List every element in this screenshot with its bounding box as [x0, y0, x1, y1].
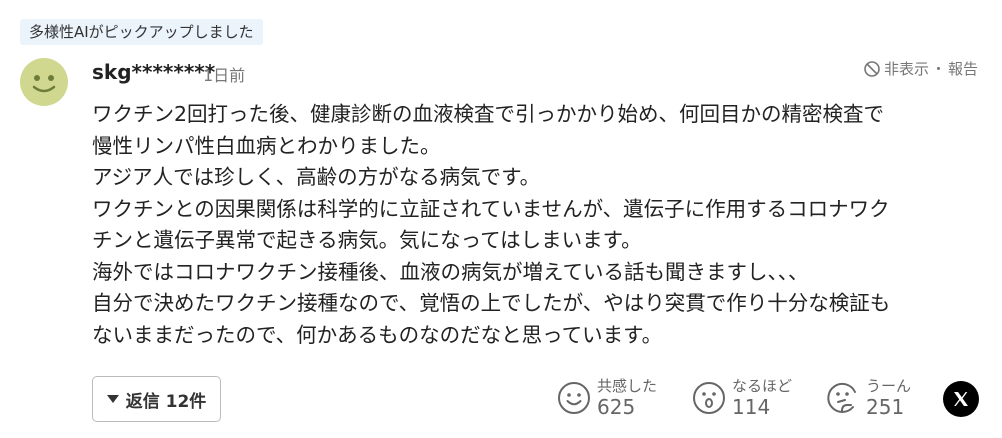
x-share-button[interactable]	[943, 381, 979, 417]
x-logo-icon	[954, 392, 968, 406]
caret-down-icon	[106, 395, 119, 403]
timestamp: 1日前	[203, 66, 246, 85]
comment-line: 慢性リンパ性白血病とわかりました。	[92, 133, 441, 158]
comment-body: ワクチン2回打った後、健康診断の血液検査で引っかかり始め、何回目かの精密検査で …	[92, 99, 982, 351]
reaction-label: なるほど	[732, 377, 793, 395]
reaction-empathy-button[interactable]: 共感した 625	[557, 373, 657, 423]
report-menu: 非表示 ・ 報告	[863, 58, 978, 79]
reaction-count: 251	[866, 395, 905, 419]
comment-line: 海外ではコロナワクチン接種後、血液の病気が増えている話も聞きますし、、、	[92, 259, 809, 284]
reply-toggle-button[interactable]: 返信 12件	[92, 376, 221, 422]
reply-button-label: 返信 12件	[125, 391, 207, 412]
comment-line: アジア人では珍しく、高齢の方がなる病気です。	[92, 165, 541, 189]
username[interactable]: skg********	[92, 60, 215, 84]
reaction-understood-button[interactable]: なるほど 114	[692, 373, 792, 423]
comment-line: ワクチン2回打った後、健康診断の血液検査で引っかかり始め、何回目かの精密検査で	[92, 102, 885, 126]
avatar[interactable]	[20, 58, 68, 106]
reaction-count: 625	[597, 395, 636, 419]
prohibit-icon	[864, 60, 880, 77]
report-separator: ・	[930, 60, 946, 78]
comment-line: 自分で決めたワクチン接種なので、覚悟の上でしたが、やはり突貫で作り十分な検証も	[92, 291, 891, 315]
thinking-face-icon	[827, 382, 856, 413]
ai-pickup-badge: 多様性AIがピックアップしました	[20, 19, 263, 45]
reaction-hmm-button[interactable]: うーん 251	[826, 373, 911, 423]
surprised-face-icon	[693, 382, 725, 414]
smiley-avatar-icon	[32, 75, 56, 93]
smile-face-icon	[558, 382, 590, 414]
comment-line: ワクチンとの因果関係は科学的に立証されていませんが、遺伝子に作用するコロナワク	[92, 196, 890, 221]
reaction-count: 114	[732, 395, 771, 419]
hide-link[interactable]: 非表示	[884, 58, 929, 79]
report-link[interactable]: 報告	[948, 58, 978, 79]
comment-line: ないままだったので、何かあるものなのだなと思っています。	[92, 322, 663, 347]
comment-line: チンと遺伝子異常で起きる病気。気になってはしまいます。	[92, 228, 642, 252]
reaction-label: 共感した	[597, 377, 658, 395]
reaction-label: うーん	[866, 377, 912, 395]
